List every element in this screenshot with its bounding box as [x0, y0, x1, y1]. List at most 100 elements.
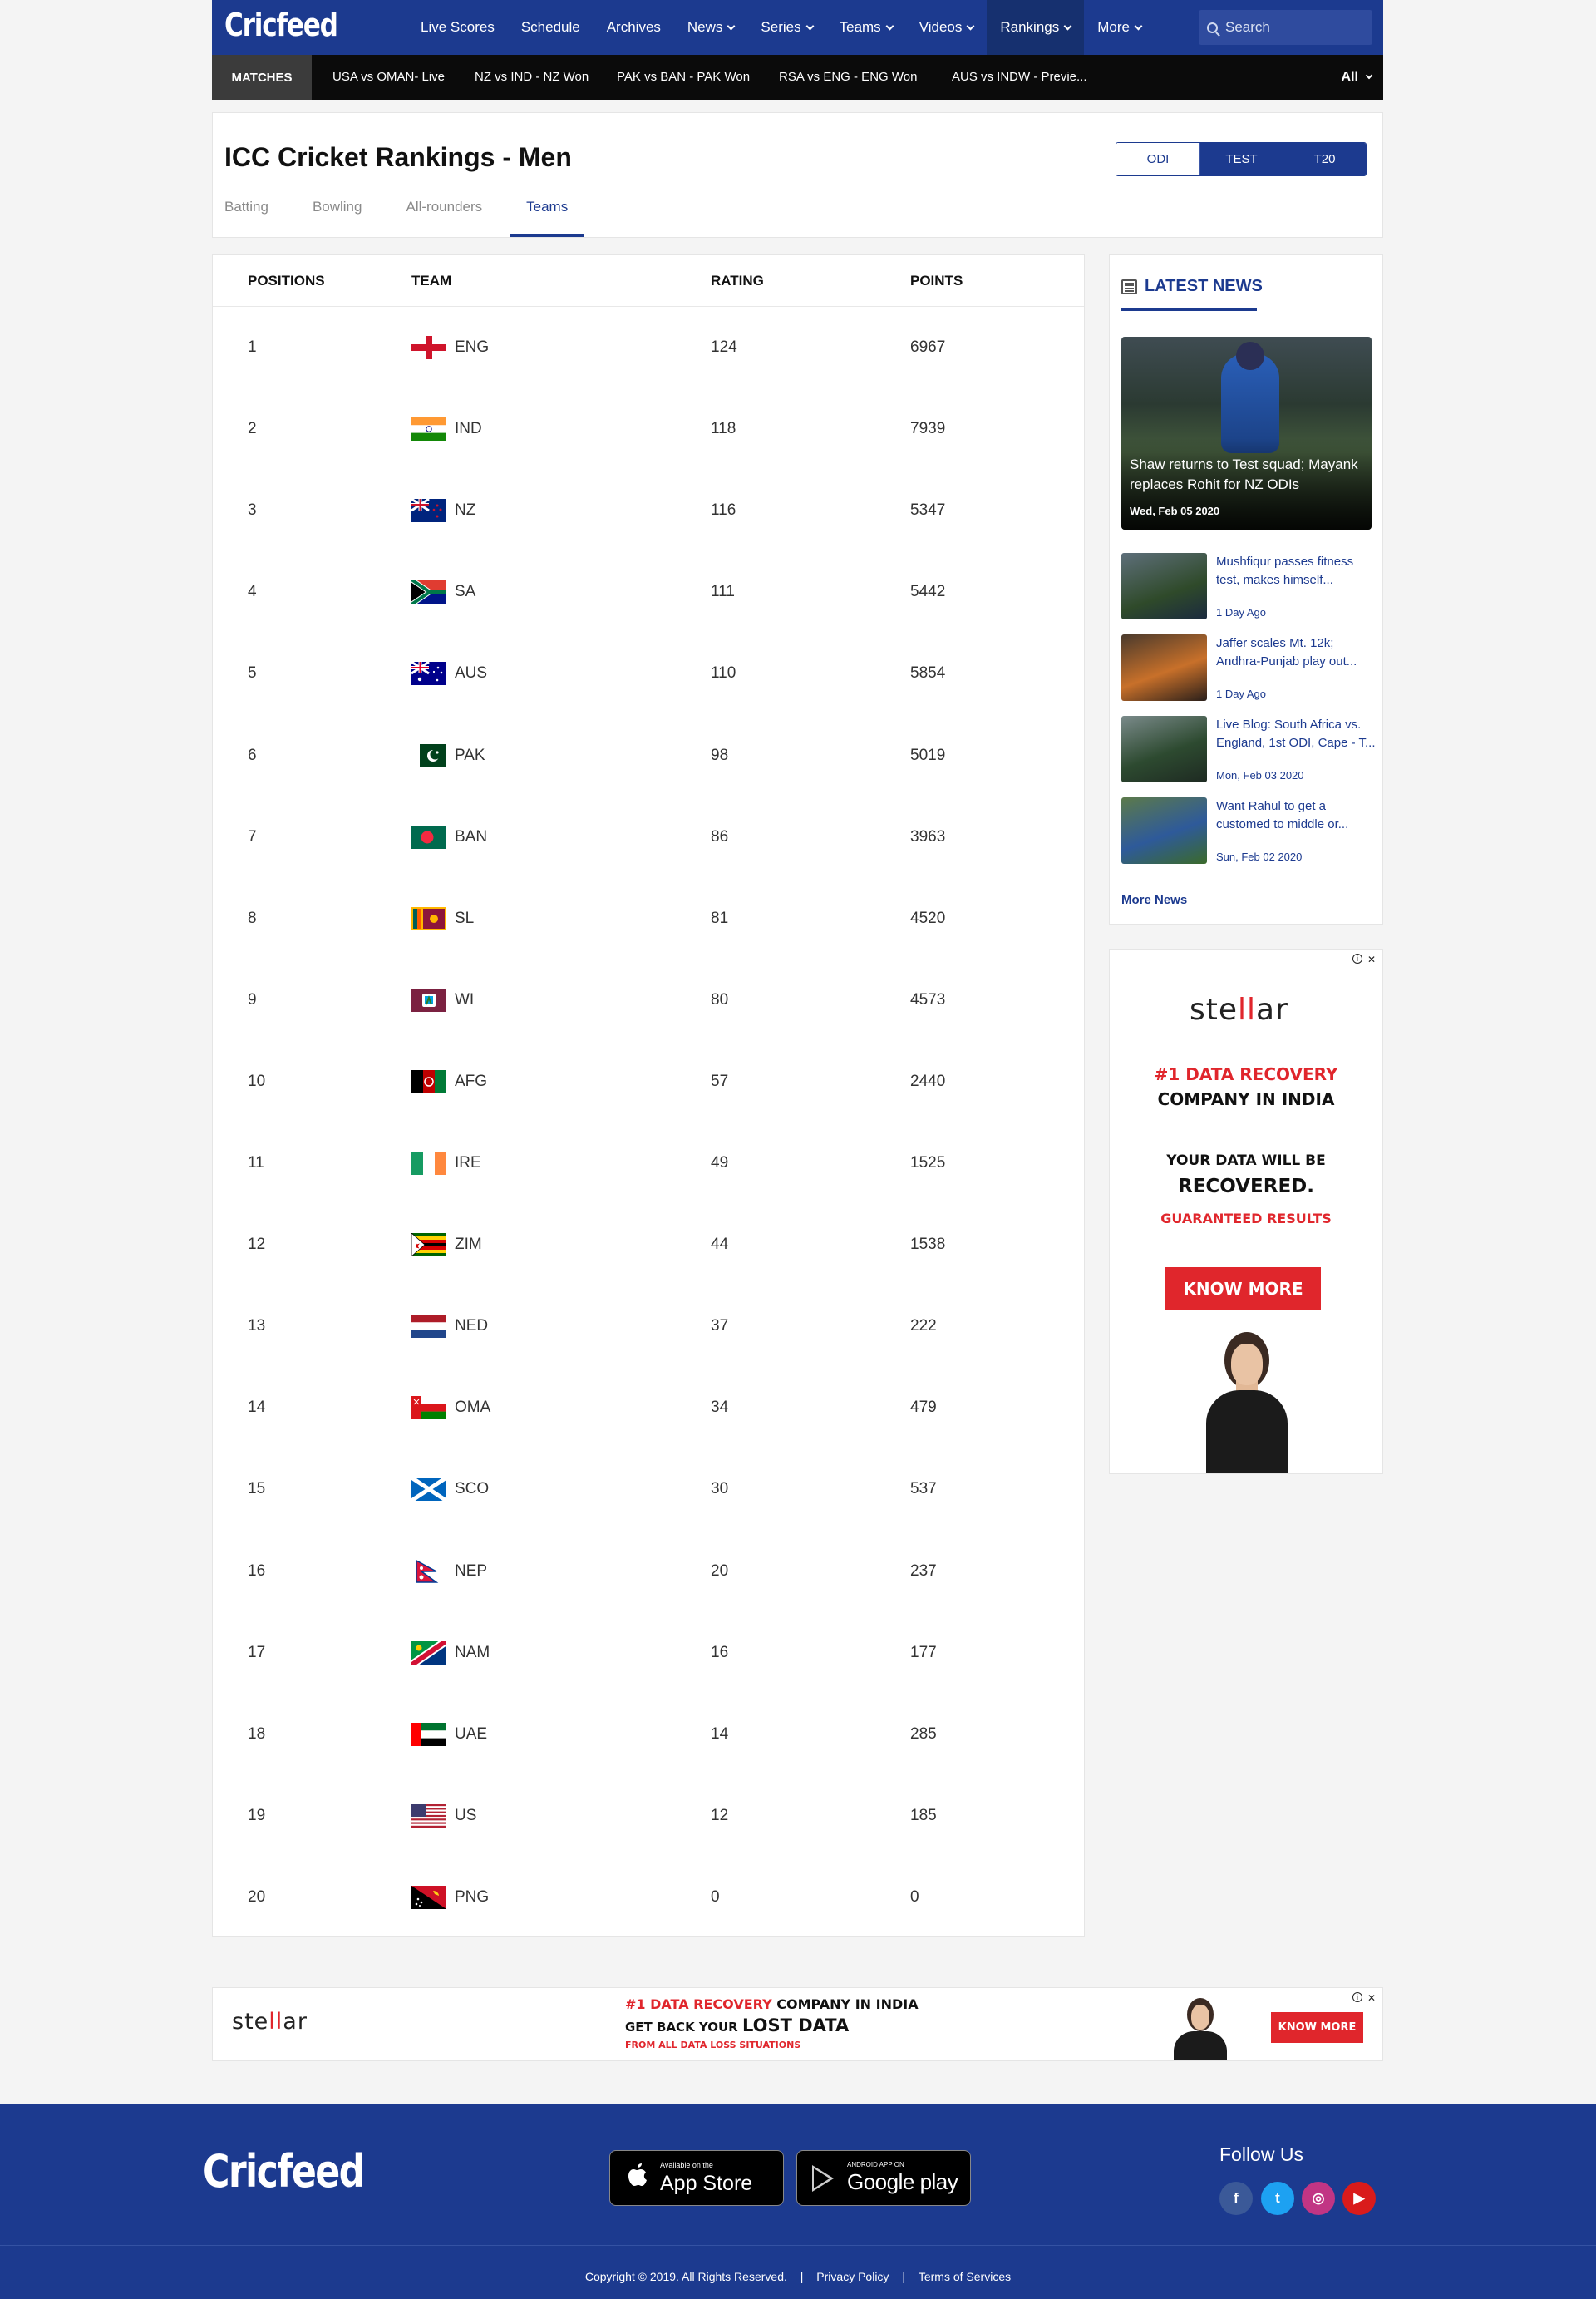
- nav-videos[interactable]: Videos: [906, 0, 988, 55]
- team-cell[interactable]: AUS: [411, 633, 487, 714]
- format-odi-button[interactable]: ODI: [1116, 143, 1199, 175]
- team-cell[interactable]: NZ: [411, 470, 475, 551]
- match-link[interactable]: PAK vs BAN - PAK Won: [617, 55, 750, 100]
- know-more-button[interactable]: KNOW MORE: [1165, 1267, 1321, 1310]
- table-row[interactable]: 5 AUS 110 5854: [213, 633, 1084, 714]
- table-row[interactable]: 16 NEP 20 237: [213, 1531, 1084, 1612]
- ad-info-icon[interactable]: i: [1352, 1992, 1362, 2002]
- facebook-icon[interactable]: f: [1219, 2182, 1253, 2215]
- nep-flag-icon: [411, 1559, 446, 1583]
- match-link[interactable]: RSA vs ENG - ENG Won: [779, 55, 917, 100]
- table-row[interactable]: 18 UAE 14 285: [213, 1694, 1084, 1775]
- team-cell[interactable]: NEP: [411, 1531, 487, 1612]
- position-cell: 5: [248, 664, 257, 683]
- team-cell[interactable]: SL: [411, 878, 474, 960]
- nav-rankings[interactable]: Rankings: [987, 0, 1085, 55]
- team-cell[interactable]: UAE: [411, 1694, 487, 1775]
- format-t20-button[interactable]: T20: [1283, 143, 1366, 175]
- tab-batting[interactable]: Batting: [224, 199, 268, 237]
- terms-link[interactable]: Terms of Services: [919, 2270, 1011, 2283]
- table-row[interactable]: 13 NED 37 222: [213, 1285, 1084, 1367]
- google-play-badge[interactable]: ANDROID APP ON Google play: [796, 2150, 971, 2206]
- ad-close-icon[interactable]: ✕: [1367, 1992, 1376, 2004]
- team-cell[interactable]: SCO: [411, 1448, 489, 1530]
- footer-logo[interactable]: Cricfeed: [203, 2145, 365, 2198]
- app-store-badge[interactable]: Available on the App Store: [609, 2150, 784, 2206]
- table-row[interactable]: 15 SCO 30 537: [213, 1448, 1084, 1530]
- tab-bowling[interactable]: Bowling: [313, 199, 362, 237]
- news-item[interactable]: Mushfiqur passes fitness test, makes him…: [1121, 553, 1379, 619]
- table-row[interactable]: 2 IND 118 7939: [213, 388, 1084, 470]
- team-cell[interactable]: OMA: [411, 1367, 490, 1448]
- table-row[interactable]: 14 OMA 34 479: [213, 1367, 1084, 1448]
- team-cell[interactable]: PAK: [411, 715, 485, 797]
- nav-archives[interactable]: Archives: [594, 0, 674, 55]
- lead-news-card[interactable]: Shaw returns to Test squad; Mayank repla…: [1121, 337, 1372, 530]
- nav-schedule[interactable]: Schedule: [508, 0, 594, 55]
- table-row[interactable]: 19 US 12 185: [213, 1775, 1084, 1857]
- table-row[interactable]: 4 SA 111 5442: [213, 551, 1084, 633]
- team-cell[interactable]: IRE: [411, 1122, 481, 1204]
- table-row[interactable]: 11 IRE 49 1525: [213, 1122, 1084, 1204]
- match-filter-dropdown[interactable]: All: [1342, 55, 1373, 100]
- more-news-link[interactable]: More News: [1121, 893, 1187, 907]
- tab-all-rounders[interactable]: All-rounders: [406, 199, 482, 237]
- team-cell[interactable]: US: [411, 1775, 476, 1857]
- instagram-icon[interactable]: ◎: [1302, 2182, 1335, 2215]
- banner-advertisement[interactable]: i ✕ stellar #1 DATA RECOVERY COMPANY IN …: [212, 1987, 1383, 2061]
- match-link[interactable]: AUS vs INDW - Previe...: [952, 55, 1087, 100]
- team-cell[interactable]: SA: [411, 551, 475, 633]
- team-cell[interactable]: ZIM: [411, 1204, 482, 1285]
- search-input[interactable]: [1225, 19, 1358, 36]
- rating-cell: 86: [711, 827, 729, 846]
- table-row[interactable]: 10 AFG 57 2440: [213, 1041, 1084, 1122]
- format-test-button[interactable]: TEST: [1199, 143, 1283, 175]
- privacy-policy-link[interactable]: Privacy Policy: [816, 2270, 889, 2283]
- rankings-table: POSITIONS TEAM RATING POINTS 1 ENG 124 6967…: [212, 254, 1085, 1937]
- table-row[interactable]: 20 PNG 0 0: [213, 1857, 1084, 1938]
- match-link[interactable]: NZ vs IND - NZ Won: [475, 55, 589, 100]
- ad-info-icon[interactable]: i: [1352, 954, 1362, 964]
- news-item-title[interactable]: Live Blog: South Africa vs. England, 1st…: [1216, 716, 1378, 752]
- news-item-title[interactable]: Mushfiqur passes fitness test, makes him…: [1216, 553, 1378, 590]
- team-cell[interactable]: NAM: [411, 1612, 490, 1694]
- twitter-icon[interactable]: t: [1261, 2182, 1294, 2215]
- table-row[interactable]: 9 WI 80 4573: [213, 960, 1084, 1041]
- tab-teams[interactable]: Teams: [510, 199, 585, 237]
- nav-live-scores[interactable]: Live Scores: [407, 0, 508, 55]
- news-item[interactable]: Jaffer scales Mt. 12k; Andhra-Punjab pla…: [1121, 634, 1379, 701]
- table-row[interactable]: 17 NAM 16 177: [213, 1612, 1084, 1694]
- table-row[interactable]: 3 NZ 116 5347: [213, 470, 1084, 551]
- site-logo[interactable]: Cricfeed: [224, 7, 338, 43]
- nav-news[interactable]: News: [674, 0, 748, 55]
- stellar-logo-part: ll: [268, 2009, 283, 2035]
- lead-news-title[interactable]: Shaw returns to Test squad; Mayank repla…: [1130, 455, 1367, 495]
- match-link[interactable]: USA vs OMAN- Live: [332, 55, 445, 100]
- team-cell[interactable]: IND: [411, 388, 482, 470]
- table-row[interactable]: 7 BAN 86 3963: [213, 797, 1084, 878]
- nav-series[interactable]: Series: [747, 0, 825, 55]
- news-item-title[interactable]: Jaffer scales Mt. 12k; Andhra-Punjab pla…: [1216, 634, 1378, 671]
- team-cell[interactable]: PNG: [411, 1857, 489, 1938]
- team-cell[interactable]: WI: [411, 960, 474, 1041]
- table-row[interactable]: 6 PAK 98 5019: [213, 715, 1084, 797]
- rating-cell: 12: [711, 1806, 729, 1824]
- nav-more[interactable]: More: [1084, 0, 1155, 55]
- team-cell[interactable]: ENG: [411, 307, 489, 388]
- search-icon[interactable]: [1207, 22, 1218, 33]
- news-item-title[interactable]: Want Rahul to get a customed to middle o…: [1216, 797, 1378, 834]
- table-row[interactable]: 8 SL 81 4520: [213, 878, 1084, 960]
- news-item[interactable]: Live Blog: South Africa vs. England, 1st…: [1121, 716, 1379, 782]
- table-row[interactable]: 1 ENG 124 6967: [213, 307, 1084, 388]
- team-cell[interactable]: AFG: [411, 1041, 487, 1122]
- table-row[interactable]: 12 ZIM 44 1538: [213, 1204, 1084, 1285]
- team-cell[interactable]: BAN: [411, 797, 487, 878]
- know-more-button[interactable]: KNOW MORE: [1271, 2012, 1363, 2043]
- youtube-icon[interactable]: ▶: [1342, 2182, 1376, 2215]
- news-item[interactable]: Want Rahul to get a customed to middle o…: [1121, 797, 1379, 864]
- sidebar-advertisement[interactable]: i ✕ stellar #1 DATA RECOVERY COMPANY IN …: [1109, 949, 1383, 1474]
- nav-teams[interactable]: Teams: [826, 0, 906, 55]
- team-cell[interactable]: NED: [411, 1285, 488, 1367]
- position-cell: 20: [248, 1887, 266, 1906]
- ad-close-icon[interactable]: ✕: [1367, 954, 1376, 965]
